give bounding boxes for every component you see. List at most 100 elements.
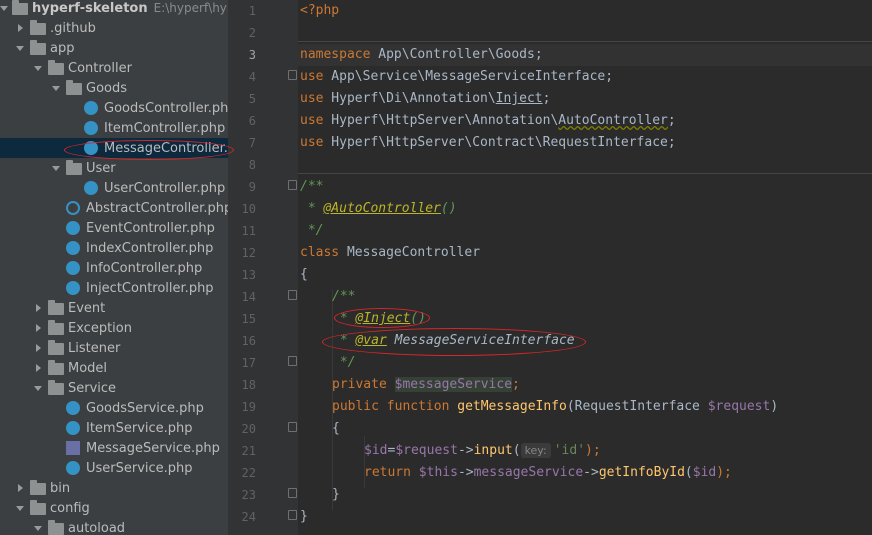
tree-item[interactable]: app [0, 38, 236, 58]
brace: { [300, 267, 308, 282]
line-number: 19 [241, 400, 256, 414]
fold-marker-icon[interactable] [288, 356, 297, 366]
tree-item-label: Service [68, 380, 117, 396]
line-number: 17 [241, 356, 256, 370]
chevron-down-icon[interactable] [32, 518, 44, 535]
code-line-17: */ [332, 352, 356, 374]
method-call[interactable]: getInfoById [599, 465, 685, 480]
code-line-4: use App\Service\MessageServiceInterface; [300, 66, 613, 88]
tree-item[interactable]: GoodsController.php [0, 98, 236, 118]
chevron-down-icon[interactable] [32, 58, 44, 78]
tree-item-label: GoodsController.php [104, 100, 236, 116]
tree-item-label: app [50, 40, 75, 56]
chevron-down-icon[interactable] [0, 0, 8, 18]
project-name: hyperf-skeleton [32, 0, 148, 16]
tree-item[interactable]: AbstractController.php [0, 198, 236, 218]
property-access[interactable]: messageService [474, 465, 584, 480]
tree-item[interactable]: IndexController.php [0, 238, 236, 258]
chevron-right-icon[interactable] [32, 338, 44, 358]
tree-item[interactable]: Listener [0, 338, 236, 358]
tree-item[interactable]: UserController.php [0, 178, 236, 198]
line-number: 10 [241, 202, 256, 216]
tree-item[interactable]: Model [0, 358, 236, 378]
string-literal: 'id' [553, 443, 586, 458]
tree-item[interactable]: Exception [0, 318, 236, 338]
line-number: 8 [248, 158, 256, 172]
tree-item-label: Goods [86, 80, 128, 96]
import-class[interactable]: AutoController [558, 113, 668, 128]
tree-item[interactable]: MessageService.php [0, 438, 236, 458]
tree-item[interactable]: Goods [0, 78, 236, 98]
folder-icon [48, 379, 64, 395]
class-name: MessageController [339, 245, 481, 260]
punct: ); [585, 443, 601, 458]
tree-item[interactable]: User [0, 158, 236, 178]
import-path: App\Service\MessageServiceInterface; [323, 69, 614, 84]
tree-item[interactable]: UserService.php [0, 458, 236, 478]
tree-item[interactable]: .github [0, 18, 236, 38]
tree-item[interactable]: Event [0, 298, 236, 318]
keyword: use [300, 113, 324, 128]
chevron-down-icon[interactable] [32, 378, 44, 398]
fold-marker-icon[interactable] [288, 422, 297, 432]
punct: ; [542, 91, 551, 106]
doc-comment: */ [300, 223, 324, 238]
tree-item-label: InjectController.php [86, 280, 214, 296]
chevron-right-icon[interactable] [14, 18, 26, 38]
code-line-10: * @AutoController() [300, 198, 457, 220]
import-path: Hyperf\Di\Annotation\ [323, 91, 496, 106]
keyword: class [300, 245, 340, 260]
tree-item[interactable]: ItemController.php [0, 118, 236, 138]
tree-item-label: ItemService.php [86, 420, 193, 436]
tree-item-label: autoload [68, 520, 126, 535]
tree-item[interactable]: config [0, 498, 236, 518]
doc-comment: */ [332, 355, 356, 370]
method-name[interactable]: getMessageInfo [457, 399, 567, 414]
property-variable[interactable]: $messageService [394, 377, 513, 392]
tree-item[interactable]: ItemService.php [0, 418, 236, 438]
tree-scrollbar-track[interactable] [228, 0, 236, 535]
tree-item[interactable]: InfoController.php [0, 258, 236, 278]
keyword: namespace [300, 47, 371, 62]
tree-item[interactable]: autoload [0, 518, 236, 535]
class-icon [66, 401, 80, 415]
folder-icon [48, 319, 64, 335]
tree-root[interactable]: hyperf-skeleton E:\hyperf\hyperf-s [0, 0, 236, 18]
import-path: Hyperf\HttpServer\Contract\RequestInterf… [323, 135, 676, 150]
tree-item-label: User [86, 160, 116, 176]
tree-item[interactable]: InjectController.php [0, 278, 236, 298]
chevron-right-icon[interactable] [32, 298, 44, 318]
brace: } [300, 509, 308, 524]
tree-item[interactable]: bin [0, 478, 236, 498]
fold-marker-icon[interactable] [288, 70, 297, 80]
tree-item[interactable]: EventController.php [0, 218, 236, 238]
tree-item[interactable]: GoodsService.php [0, 398, 236, 418]
punct: ; [512, 377, 520, 392]
line-number: 12 [241, 246, 256, 260]
tree-item-label: Listener [68, 340, 121, 356]
line-number-gutter: 1 2 3 4 5 6 7 8 9 10 11 12 13 14 15 16 17 18 19 20 21 22 23 24 [236, 0, 298, 535]
fold-marker-icon[interactable] [288, 488, 297, 498]
chevron-down-icon[interactable] [50, 78, 62, 98]
code-line-5: use Hyperf\Di\Annotation\Inject; [300, 88, 550, 110]
import-class[interactable]: Inject [496, 91, 543, 106]
code-line-11: */ [300, 220, 324, 242]
project-tree[interactable]: hyperf-skeleton E:\hyperf\hyperf-s .gith… [0, 0, 236, 535]
chevron-right-icon[interactable] [32, 358, 44, 378]
chevron-right-icon[interactable] [14, 478, 26, 498]
fold-marker-icon[interactable] [288, 290, 297, 300]
tree-item[interactable]: Service [0, 378, 236, 398]
annotation[interactable]: @AutoController [323, 201, 440, 216]
folder-icon [66, 79, 82, 95]
chevron-down-icon[interactable] [50, 158, 62, 178]
code-editor[interactable]: <?php namespace App\Controller\Goods; us… [298, 0, 872, 535]
fold-marker-icon[interactable] [288, 180, 297, 190]
method-call[interactable]: input [474, 443, 513, 458]
chevron-down-icon[interactable] [14, 38, 26, 58]
chevron-right-icon[interactable] [32, 318, 44, 338]
chevron-down-icon[interactable] [14, 498, 26, 518]
fold-marker-icon[interactable] [288, 510, 297, 520]
folder-icon [30, 19, 46, 35]
class-icon [66, 461, 80, 475]
tree-item[interactable]: Controller [0, 58, 236, 78]
